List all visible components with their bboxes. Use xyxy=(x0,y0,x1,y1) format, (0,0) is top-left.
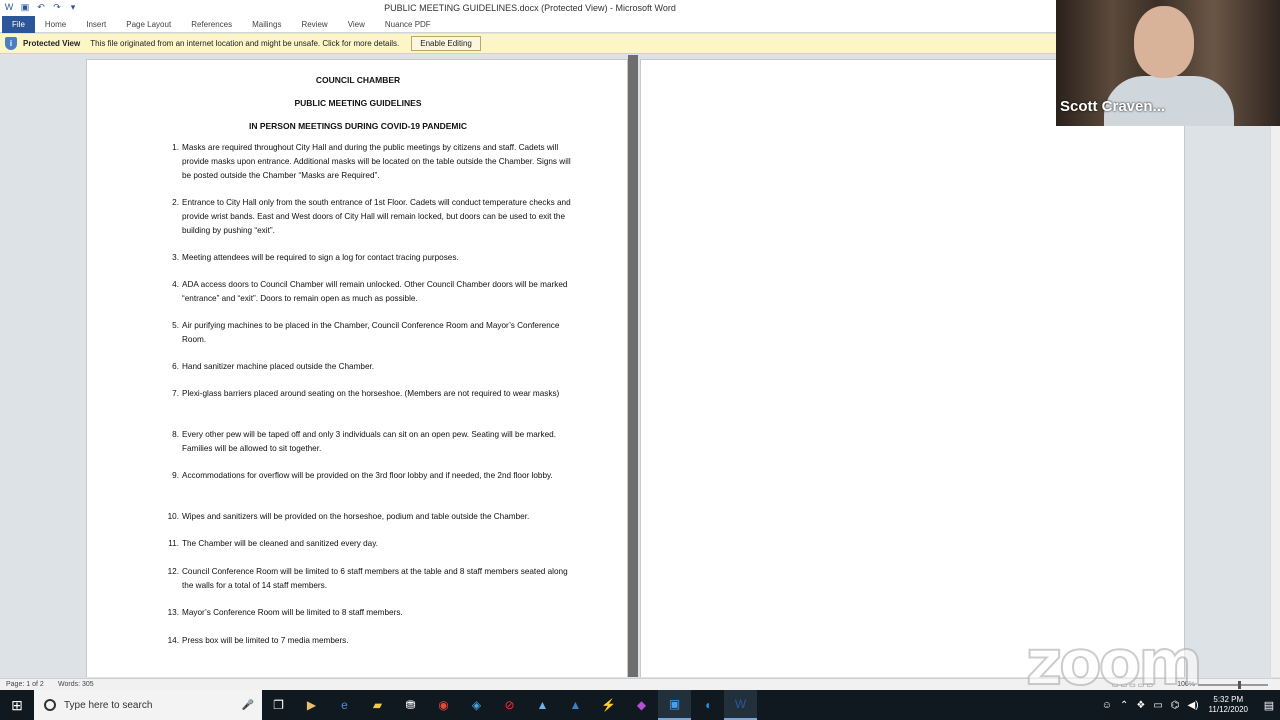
windows-start-icon[interactable]: ⊞ xyxy=(0,690,34,720)
volume-icon[interactable]: ◀) xyxy=(1188,700,1199,711)
list-item-number: 14. xyxy=(167,636,179,645)
taskbar: ⊞ Type here to search 🎤 ❐ ▶ e ▰ ⛃ ◉ ◈ ⊘ … xyxy=(0,690,1280,720)
blocked-app-icon[interactable]: ⊘ xyxy=(493,690,526,720)
clock-date: 11/12/2020 xyxy=(1208,705,1248,714)
taskbar-search[interactable]: Type here to search 🎤 xyxy=(34,690,262,720)
list-item-number: 2. xyxy=(172,198,179,207)
notification-icon[interactable]: ▤ xyxy=(1258,699,1280,712)
list-item-text: Mayor’s Conference Room will be limited … xyxy=(182,608,403,617)
tab-file[interactable]: File xyxy=(2,15,35,33)
tab-page-layout[interactable]: Page Layout xyxy=(116,16,181,33)
list-item-text: Air purifying machines to be placed in t… xyxy=(182,321,560,344)
app-icon[interactable]: ◈ xyxy=(460,690,493,720)
tab-nuance-pdf[interactable]: Nuance PDF xyxy=(375,16,441,33)
app-a2-icon[interactable]: ▲ xyxy=(559,690,592,720)
list-item-text: Wipes and sanitizers will be provided on… xyxy=(182,512,530,521)
app-blue-icon[interactable]: ◖ xyxy=(691,690,724,720)
list-item-number: 1. xyxy=(172,143,179,152)
zoom-slider[interactable] xyxy=(1198,681,1268,689)
network-icon[interactable]: ⌬ xyxy=(1171,700,1180,711)
zoom-icon[interactable]: ▣ xyxy=(658,690,691,720)
list-item-number: 9. xyxy=(172,471,179,480)
document-area: COUNCIL CHAMBER PUBLIC MEETING GUIDELINE… xyxy=(0,55,1270,677)
file-explorer-icon[interactable]: ▰ xyxy=(361,690,394,720)
doc-heading-guidelines: PUBLIC MEETING GUIDELINES xyxy=(294,98,422,108)
store-icon[interactable]: ⛃ xyxy=(394,690,427,720)
chrome-icon[interactable]: ◉ xyxy=(427,690,460,720)
dropbox-icon[interactable]: ❖ xyxy=(1136,700,1145,711)
list-item-number: 6. xyxy=(172,362,179,371)
list-item-text: Meeting attendees will be required to si… xyxy=(182,253,459,262)
list-item-text: ADA access doors to Council Chamber will… xyxy=(182,280,568,303)
list-item-number: 5. xyxy=(172,321,179,330)
list-item-number: 11. xyxy=(168,539,179,548)
word-count[interactable]: Words: 305 xyxy=(58,681,94,688)
list-item-text: Hand sanitizer machine placed outside th… xyxy=(182,362,375,371)
list-item-number: 3. xyxy=(172,253,179,262)
search-placeholder: Type here to search xyxy=(64,699,153,711)
task-view-icon[interactable]: ❐ xyxy=(262,690,295,720)
list-item-text: The Chamber will be cleaned and sanitize… xyxy=(182,539,378,548)
enable-editing-button[interactable]: Enable Editing xyxy=(411,36,481,51)
list-item-text: Accommodations for overflow will be prov… xyxy=(182,471,553,480)
doc-heading-pandemic: IN PERSON MEETINGS DURING COVID-19 PANDE… xyxy=(248,121,468,131)
list-item-text: Council Conference Room will be limited … xyxy=(182,567,568,590)
tab-references[interactable]: References xyxy=(181,16,242,33)
zoom-watermark-logo: zoom xyxy=(1025,625,1204,700)
list-item-text: Masks are required throughout City Hall … xyxy=(182,143,571,180)
app-purple-icon[interactable]: ◆ xyxy=(625,690,658,720)
list-item-text: Press box will be limited to 7 media mem… xyxy=(182,636,349,645)
participant-video[interactable]: Scott Craven... xyxy=(1056,0,1280,126)
document-page-1[interactable]: COUNCIL CHAMBER PUBLIC MEETING GUIDELINE… xyxy=(86,59,628,677)
list-item-text: Every other pew will be taped off and on… xyxy=(182,430,556,453)
edge-icon[interactable]: e xyxy=(328,690,361,720)
list-item-number: 10. xyxy=(167,512,179,521)
page-divider xyxy=(628,55,638,677)
search-icon xyxy=(44,699,56,711)
microphone-icon[interactable]: 🎤 xyxy=(242,700,254,711)
list-item-number: 12. xyxy=(167,567,179,576)
tab-home[interactable]: Home xyxy=(35,16,76,33)
list-item-text: Plexi-glass barriers placed around seati… xyxy=(182,389,560,398)
media-icon[interactable]: ▶ xyxy=(295,690,328,720)
chevron-up-icon[interactable]: ⌃ xyxy=(1120,700,1128,711)
doc-heading-chamber: COUNCIL CHAMBER xyxy=(315,75,401,85)
protected-view-title: Protected View xyxy=(23,39,81,48)
clock-time: 5:32 PM xyxy=(1213,695,1244,704)
page-count[interactable]: Page: 1 of 2 xyxy=(6,681,44,688)
vertical-scrollbar[interactable] xyxy=(1270,55,1280,677)
list-item-text: Entrance to City Hall only from the sout… xyxy=(182,198,571,235)
tab-mailings[interactable]: Mailings xyxy=(242,16,291,33)
tab-insert[interactable]: Insert xyxy=(76,16,116,33)
tab-review[interactable]: Review xyxy=(291,16,337,33)
app-lightning-icon[interactable]: ⚡ xyxy=(592,690,625,720)
tab-view[interactable]: View xyxy=(338,16,375,33)
document-page-2[interactable] xyxy=(640,59,1185,677)
people-icon[interactable]: ☺ xyxy=(1102,700,1112,711)
word-icon[interactable]: W xyxy=(724,690,757,720)
protected-view-message[interactable]: This file originated from an internet lo… xyxy=(90,39,399,48)
clock[interactable]: 5:32 PM 11/12/2020 xyxy=(1209,695,1248,715)
list-item-number: 4. xyxy=(172,280,179,289)
app-a-icon[interactable]: ▲ xyxy=(526,690,559,720)
list-item-number: 7. xyxy=(172,389,179,398)
system-tray: ☺ ⌃ ❖ ▭ ⌬ ◀) 5:32 PM 11/12/2020 ▤ xyxy=(1098,690,1280,720)
list-item-number: 13. xyxy=(167,608,179,617)
list-item-number: 8. xyxy=(172,430,179,439)
shield-icon: i xyxy=(5,37,17,50)
participant-head xyxy=(1134,6,1194,78)
participant-name: Scott Craven... xyxy=(1060,98,1166,115)
battery-icon[interactable]: ▭ xyxy=(1153,700,1162,711)
